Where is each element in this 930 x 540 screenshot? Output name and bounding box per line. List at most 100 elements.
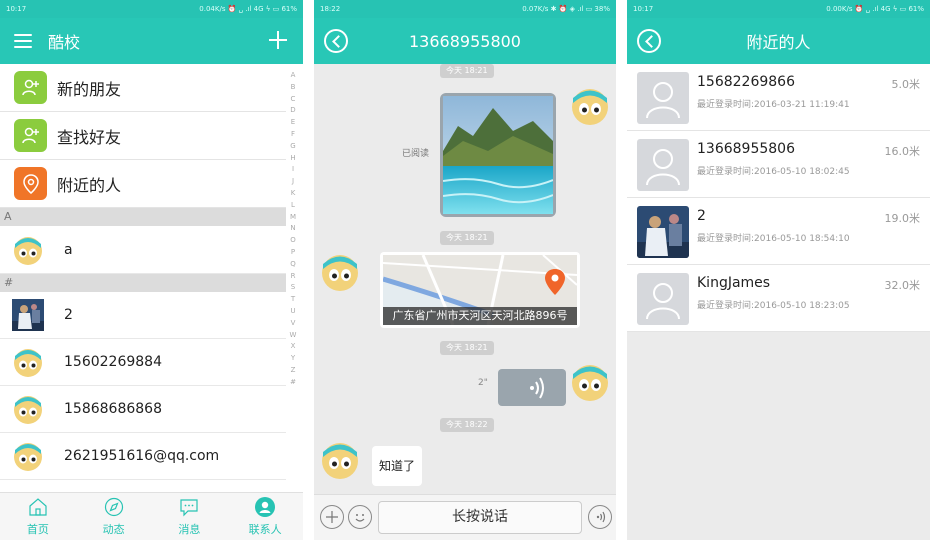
- status-indicators: 0.00K/s ⏰ ␣ .ıl 4G ϟ ▭ 61%: [826, 5, 924, 13]
- nearby-person-row[interactable]: 15682269866 最近登录时间:2016-03-21 11:19:41 5…: [627, 64, 930, 131]
- status-bar: 10:17 0.04K/s ⏰ ␣ .ıl 4G ϟ ▭ 61%: [0, 0, 303, 18]
- status-indicators: 0.04K/s ⏰ ␣ .ıl 4G ϟ ▭ 61%: [199, 5, 297, 13]
- nearby-people-label: 附近的人: [57, 175, 122, 195]
- contact-name: 15868686868: [64, 401, 162, 417]
- emoji-icon[interactable]: [348, 505, 372, 529]
- index-letter[interactable]: W: [290, 330, 297, 342]
- contacts-screen: 10:17 0.04K/s ⏰ ␣ .ıl 4G ϟ ▭ 61% 酷校 新的朋友…: [0, 0, 303, 540]
- contact-row[interactable]: 15868686868: [0, 386, 286, 433]
- cartoon-avatar: [14, 236, 42, 265]
- location-pin-icon: [14, 167, 47, 200]
- page-title: 附近的人: [746, 33, 811, 52]
- contact-row[interactable]: a: [0, 226, 286, 274]
- index-letter[interactable]: Q: [290, 259, 296, 271]
- index-letter[interactable]: F: [291, 129, 295, 141]
- contact-row[interactable]: 2621951616@qq.com: [0, 433, 286, 480]
- back-icon[interactable]: [324, 29, 348, 53]
- contact-name: 2621951616@qq.com: [64, 448, 220, 464]
- index-letter[interactable]: H: [290, 153, 295, 165]
- person-add-icon: [14, 71, 47, 104]
- compass-icon: [104, 497, 123, 517]
- contact-row[interactable]: 2: [0, 292, 286, 339]
- plus-circle-icon[interactable]: [320, 505, 344, 529]
- chat-title: 13668955800: [409, 31, 521, 51]
- find-friends-row[interactable]: 查找好友: [0, 112, 286, 160]
- index-letter[interactable]: X: [291, 341, 296, 353]
- image-message[interactable]: [440, 93, 556, 217]
- voice-wave-icon: [530, 377, 544, 399]
- stage: 10:17 0.04K/s ⏰ ␣ .ıl 4G ϟ ▭ 61% 酷校 新的朋友…: [0, 0, 930, 540]
- index-letter[interactable]: A: [291, 70, 296, 82]
- index-letter[interactable]: T: [291, 294, 295, 306]
- distance: 5.0米: [891, 78, 921, 91]
- text-message[interactable]: 知道了: [372, 446, 422, 486]
- nav-home[interactable]: 首页: [0, 493, 76, 540]
- index-letter[interactable]: Y: [291, 353, 295, 365]
- index-letter[interactable]: U: [290, 306, 295, 318]
- index-letter[interactable]: D: [290, 105, 295, 117]
- nav-contacts[interactable]: 联系人: [227, 493, 303, 540]
- nav-messages[interactable]: 消息: [152, 493, 228, 540]
- person-name: KingJames: [697, 275, 771, 291]
- section-header-a: A: [0, 208, 286, 226]
- nearby-header: 附近的人: [627, 18, 930, 64]
- add-icon[interactable]: [267, 29, 289, 51]
- menu-icon[interactable]: [14, 34, 32, 48]
- index-letter[interactable]: I: [292, 164, 294, 176]
- voice-message[interactable]: [498, 369, 566, 406]
- index-letter[interactable]: L: [291, 200, 295, 212]
- nearby-person-row[interactable]: 2 最近登录时间:2016-05-10 18:54:10 19.0米: [627, 198, 930, 265]
- nav-moments[interactable]: 动态: [76, 493, 152, 540]
- index-letter[interactable]: M: [290, 212, 296, 224]
- back-icon[interactable]: [637, 29, 661, 53]
- index-letter[interactable]: #: [290, 377, 296, 389]
- cartoon-avatar: [14, 443, 42, 471]
- photo-avatar: [637, 206, 689, 258]
- nearby-person-row[interactable]: 13668955806 最近登录时间:2016-05-10 18:02:45 1…: [627, 131, 930, 198]
- index-letter[interactable]: B: [291, 82, 296, 94]
- voice-toggle-icon[interactable]: [588, 505, 612, 529]
- nav-label: 首页: [26, 523, 49, 536]
- index-letter[interactable]: N: [290, 223, 295, 235]
- location-message[interactable]: 广东省广州市天河区天河北路896号: [380, 252, 580, 328]
- contact-row[interactable]: 15602269884: [0, 339, 286, 386]
- contact-list: 新的朋友 查找好友 附近的人 A a # 2 15602269884 15868…: [0, 64, 303, 492]
- timestamp: 今天 18:21: [440, 64, 494, 78]
- contacts-icon: [255, 497, 276, 517]
- distance: 19.0米: [884, 212, 921, 225]
- index-letter[interactable]: E: [291, 117, 295, 129]
- index-letter[interactable]: K: [291, 188, 296, 200]
- home-icon: [29, 498, 47, 516]
- friend-avatar[interactable]: [320, 252, 360, 292]
- status-indicators: 0.07K/s ✱ ⏰ ◈ .ıl ▭ 38%: [522, 5, 610, 13]
- landscape-image: [442, 96, 554, 214]
- my-avatar[interactable]: [570, 86, 610, 126]
- index-letter[interactable]: V: [291, 318, 296, 330]
- index-letter[interactable]: J: [292, 176, 294, 188]
- index-letter[interactable]: C: [291, 94, 296, 106]
- status-bar: 10:17 0.00K/s ⏰ ␣ .ıl 4G ϟ ▭ 61%: [627, 0, 930, 18]
- index-letter[interactable]: P: [291, 247, 295, 259]
- person-add-icon: [14, 119, 47, 152]
- nearby-person-row[interactable]: KingJames 最近登录时间:2016-05-10 18:23:05 32.…: [627, 265, 930, 332]
- status-time: 10:17: [6, 5, 27, 13]
- distance: 32.0米: [884, 279, 921, 292]
- index-letter[interactable]: Z: [291, 365, 296, 377]
- last-login: 最近登录时间:2016-05-10 18:54:10: [697, 234, 850, 244]
- contact-name: 2: [64, 307, 73, 323]
- person-name: 2: [697, 208, 706, 224]
- chat-screen: 18:22 0.07K/s ✱ ⏰ ◈ .ıl ▭ 38% 1366895580…: [314, 0, 616, 540]
- location-address: 广东省广州市天河区天河北路896号: [383, 307, 577, 325]
- my-avatar[interactable]: [570, 362, 610, 402]
- index-letter[interactable]: O: [290, 235, 296, 247]
- voice-duration: 2": [478, 378, 488, 388]
- nearby-people-row[interactable]: 附近的人: [0, 160, 286, 208]
- index-letter[interactable]: S: [291, 282, 295, 294]
- default-avatar-icon: [637, 273, 689, 325]
- friend-avatar[interactable]: [320, 440, 360, 480]
- index-letter[interactable]: R: [291, 271, 296, 283]
- index-letter[interactable]: G: [290, 141, 295, 153]
- new-friends-row[interactable]: 新的朋友: [0, 64, 286, 112]
- hold-to-talk-button[interactable]: 长按说话: [378, 501, 582, 534]
- alphabet-index[interactable]: A B C D E F G H I J K L M N O P Q R S T U V W X Y Z #: [287, 70, 299, 389]
